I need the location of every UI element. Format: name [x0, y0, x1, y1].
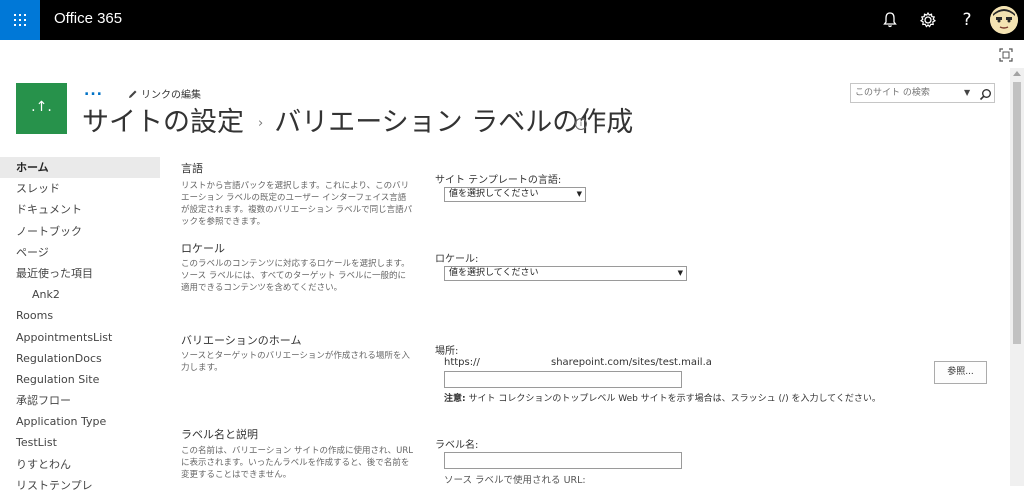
- chevron-down-icon: ▼: [576, 190, 582, 198]
- select-value: 値を選択してください: [449, 268, 539, 278]
- app-name[interactable]: Office 365: [54, 10, 122, 27]
- more-links-button[interactable]: ...: [84, 83, 103, 99]
- site-template-language-select[interactable]: 値を選択してください ▼: [444, 187, 586, 202]
- nav-item[interactable]: Rooms: [0, 305, 160, 326]
- section-title-locale: ロケール: [181, 242, 225, 255]
- gear-icon[interactable]: [916, 8, 940, 32]
- section-title-label-name: ラベル名と説明: [181, 428, 258, 441]
- nav-item[interactable]: ホーム: [0, 157, 160, 179]
- nav-item[interactable]: TestList: [0, 432, 160, 453]
- page-scrollbar[interactable]: [1010, 68, 1024, 486]
- source-label-url-label: ソース ラベルで使用される URL:: [444, 475, 586, 486]
- url-prefix: https://: [444, 357, 480, 368]
- suite-bar: Office 365 ?: [0, 0, 1024, 40]
- nav-item[interactable]: 承認フロー: [0, 390, 160, 411]
- nav-item[interactable]: ノートブック: [0, 221, 160, 242]
- page-title: サイトの設定 › バリエーション ラベルの作成: [82, 100, 633, 139]
- section-desc-label-name: この名前は、バリエーション サイトの作成に使用され、URL に表示されます。いっ…: [181, 446, 413, 480]
- help-icon[interactable]: ?: [955, 8, 979, 32]
- search-icon[interactable]: [979, 86, 992, 105]
- nav-item[interactable]: AppointmentsList: [0, 327, 160, 348]
- section-title-variation-home: バリエーションのホーム: [181, 334, 302, 347]
- app-launcher-icon: [14, 14, 26, 26]
- site-logo[interactable]: .↑.: [16, 83, 67, 134]
- pencil-icon: [129, 90, 137, 98]
- nav-item[interactable]: 最近使った項目: [0, 263, 160, 284]
- app-launcher-button[interactable]: [0, 0, 40, 40]
- nav-item[interactable]: スレッド: [0, 178, 160, 199]
- nav-item[interactable]: リストテンプレ: [0, 475, 160, 496]
- avatar[interactable]: [990, 6, 1018, 34]
- info-icon[interactable]: i: [575, 118, 587, 130]
- breadcrumb-separator-icon: ›: [258, 116, 264, 131]
- focus-mode-icon[interactable]: [998, 47, 1014, 63]
- scroll-up-icon[interactable]: [1013, 71, 1021, 76]
- locale-select[interactable]: 値を選択してください ▼: [444, 266, 687, 281]
- left-navigation: ホーム スレッド ドキュメント ノートブック ページ 最近使った項目 Ank2 Rooms Ap…: [0, 157, 160, 496]
- url-suffix: sharepoint.com/sites/test.mail.a: [551, 357, 712, 368]
- section-desc-language: リストから言語パックを選択します。これにより、このバリエーション ラベルの既定の…: [181, 181, 413, 227]
- nav-item[interactable]: Regulation Site: [0, 369, 160, 390]
- note-label: 注意:: [444, 394, 466, 404]
- search-box: ▼: [850, 83, 995, 103]
- field-label-locale: ロケール:: [435, 254, 479, 265]
- nav-item[interactable]: Ank2: [0, 284, 160, 305]
- section-title-language: 言語: [181, 162, 203, 175]
- nav-item[interactable]: ドキュメント: [0, 199, 160, 220]
- field-label-label-name: ラベル名:: [435, 440, 479, 451]
- select-value: 値を選択してください: [449, 189, 539, 199]
- note-text: サイト コレクションのトップレベル Web サイトを示す場合は、スラッシュ (/…: [465, 394, 881, 404]
- site-logo-glyph: .↑.: [31, 99, 52, 115]
- breadcrumb-site-settings[interactable]: サイトの設定: [82, 107, 244, 138]
- label-name-input[interactable]: [444, 452, 682, 469]
- nav-item[interactable]: RegulationDocs: [0, 348, 160, 369]
- edit-links-button[interactable]: リンクの編集: [128, 86, 201, 101]
- search-scope-dropdown-icon[interactable]: ▼: [964, 88, 970, 97]
- nav-item[interactable]: りすとわん: [0, 454, 160, 475]
- location-note: 注意: サイト コレクションのトップレベル Web サイトを示す場合は、スラッシ…: [444, 391, 881, 404]
- field-label-site-template-language: サイト テンプレートの言語:: [435, 175, 562, 186]
- field-label-location: 場所:: [435, 346, 459, 357]
- location-input[interactable]: [444, 371, 682, 388]
- nav-item[interactable]: ページ: [0, 242, 160, 263]
- bell-icon[interactable]: [878, 8, 902, 32]
- section-desc-locale: このラベルのコンテンツに対応するロケールを選択します。ソース ラベルには、すべて…: [181, 259, 410, 293]
- section-desc-variation-home: ソースとターゲットのバリエーションが作成される場所を入力します。: [181, 351, 410, 373]
- scrollbar-thumb[interactable]: [1013, 82, 1021, 344]
- browse-button[interactable]: 参照...: [934, 361, 987, 384]
- search-input[interactable]: [855, 86, 955, 100]
- nav-item[interactable]: Application Type: [0, 411, 160, 432]
- chevron-down-icon: ▼: [677, 269, 683, 277]
